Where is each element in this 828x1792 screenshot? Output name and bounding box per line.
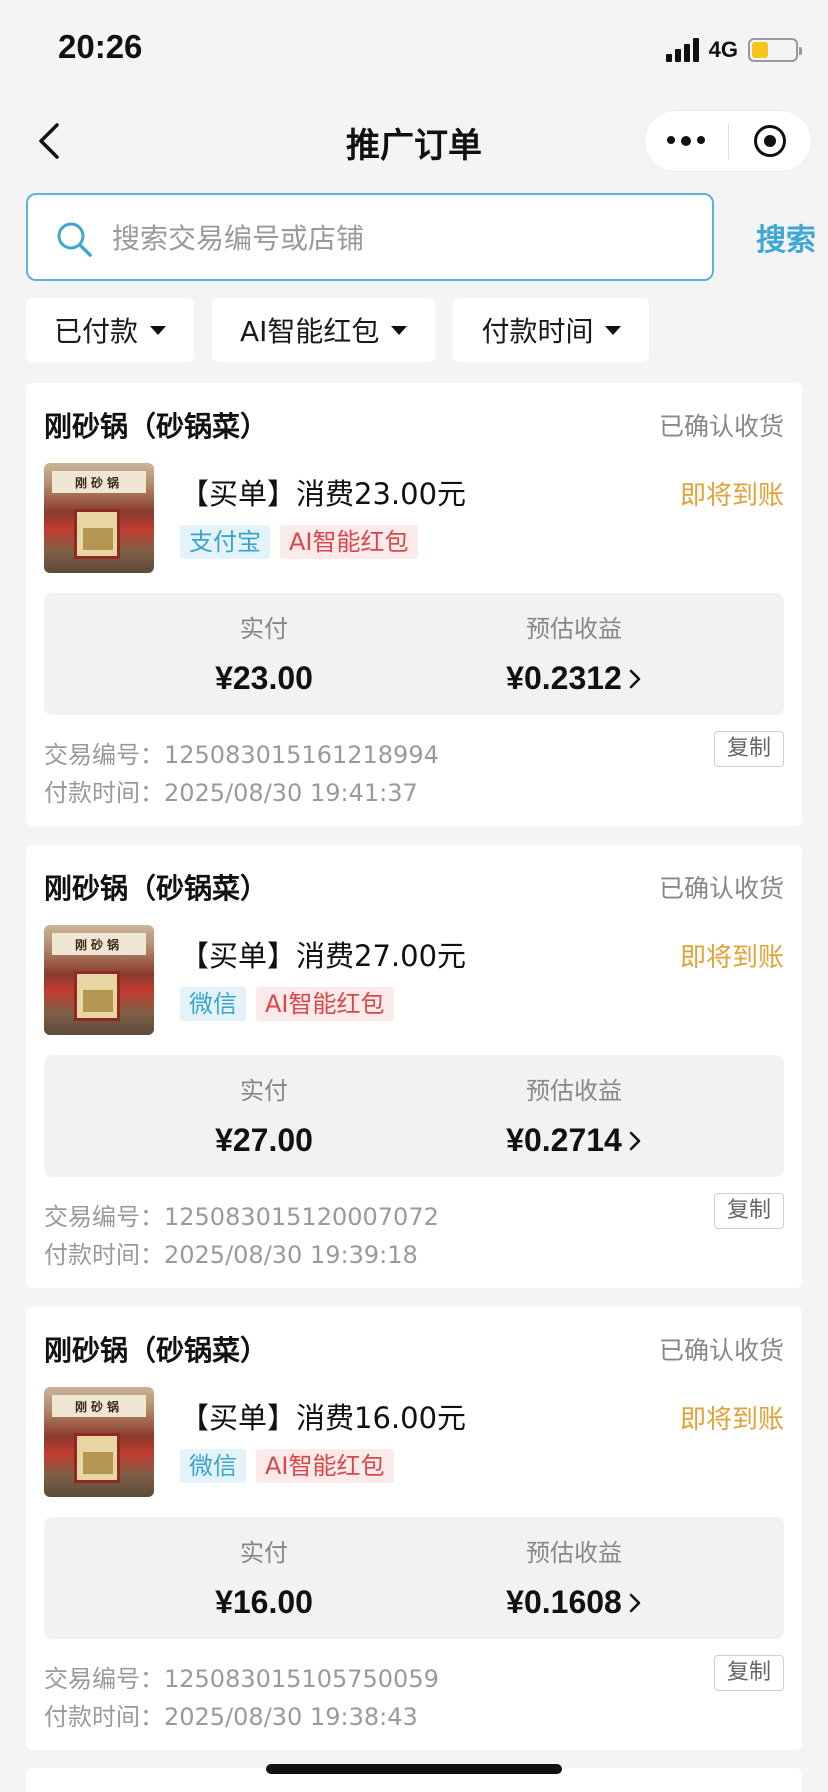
home-indicator[interactable] (266, 1764, 562, 1774)
caret-down-icon (391, 325, 408, 335)
amount-panel: 实付 ¥27.00 预估收益 ¥0.2714 (44, 1055, 784, 1177)
copy-button[interactable]: 复制 (714, 1193, 784, 1229)
target-icon (753, 125, 786, 157)
filter-bar: 已付款 AI智能红包 付款时间 (26, 298, 650, 362)
income-amount[interactable]: ¥0.1608 (506, 1584, 642, 1621)
order-tags: 微信 AI智能红包 (180, 1449, 394, 1483)
close-miniprogram-button[interactable] (729, 111, 812, 171)
income-column[interactable]: 预估收益 ¥0.2312 (424, 609, 724, 697)
income-label: 预估收益 (526, 1539, 622, 1567)
status-time: 20:26 (58, 28, 143, 65)
shop-thumbnail: 刚砂锅 (44, 463, 154, 573)
trade-number: 交易编号：125083015120007072 (44, 1203, 439, 1231)
activity-tag: AI智能红包 (256, 987, 394, 1021)
order-title: 【买单】消费27.00元 (180, 939, 467, 973)
pay-time: 付款时间：2025/08/30 19:39:18 (44, 1241, 418, 1269)
paid-label: 实付 (240, 1539, 288, 1567)
order-title: 【买单】消费16.00元 (180, 1401, 467, 1435)
pay-time: 付款时间：2025/08/30 19:38:43 (44, 1703, 418, 1731)
filter-activity-type[interactable]: AI智能红包 (212, 298, 436, 362)
status-indicators: 4G (665, 36, 802, 64)
search-box[interactable] (26, 193, 714, 281)
more-button[interactable] (645, 111, 728, 171)
search-row: 搜索 (26, 193, 816, 281)
income-column[interactable]: 预估收益 ¥0.2714 (424, 1071, 724, 1159)
order-card[interactable]: 刚砂锅（砂锅菜） 已确认收货 刚砂锅 【买单】消费23.00元 即将到账 支付宝… (26, 383, 802, 826)
activity-tag: AI智能红包 (256, 1449, 394, 1483)
income-amount[interactable]: ¥0.2312 (506, 660, 642, 697)
filter-label: 已付款 (54, 315, 139, 348)
more-dots-icon (667, 136, 706, 146)
order-card[interactable]: 刚砂锅（砂锅菜） 已确认收货 刚砂锅 【买单】消费27.00元 即将到账 微信 … (26, 845, 802, 1288)
chevron-right-icon (629, 1593, 641, 1612)
shop-thumbnail: 刚砂锅 (44, 1387, 154, 1497)
amount-panel: 实付 ¥23.00 预估收益 ¥0.2312 (44, 593, 784, 715)
signal-icon (665, 38, 699, 62)
paid-column: 实付 ¥27.00 (114, 1071, 414, 1159)
paid-column: 实付 ¥23.00 (114, 609, 414, 697)
paid-label: 实付 (240, 1077, 288, 1105)
income-column[interactable]: 预估收益 ¥0.1608 (424, 1533, 724, 1621)
order-status: 已确认收货 (658, 412, 784, 441)
copy-button[interactable]: 复制 (714, 731, 784, 767)
search-button[interactable]: 搜索 (756, 215, 816, 259)
order-tags: 微信 AI智能红包 (180, 987, 394, 1021)
shop-thumbnail: 刚砂锅 (44, 925, 154, 1035)
trade-number: 交易编号：125083015161218994 (44, 741, 439, 769)
income-label: 预估收益 (526, 615, 622, 643)
copy-button[interactable]: 复制 (714, 1655, 784, 1691)
order-status: 已确认收货 (658, 1336, 784, 1365)
filter-pay-time[interactable]: 付款时间 (453, 298, 650, 362)
status-bar: 20:26 4G (0, 0, 828, 100)
network-label: 4G (708, 37, 738, 62)
paid-amount: ¥16.00 (215, 1584, 313, 1620)
trade-number: 交易编号：125083015105750059 (44, 1665, 439, 1693)
arrival-status: 即将到账 (679, 943, 784, 973)
search-icon (57, 222, 92, 257)
shop-name: 刚砂锅（砂锅菜） (44, 410, 269, 443)
filter-label: 付款时间 (481, 315, 594, 348)
battery-level (752, 42, 768, 58)
caret-down-icon (150, 325, 167, 335)
order-status: 已确认收货 (658, 874, 784, 903)
paid-column: 实付 ¥16.00 (114, 1533, 414, 1621)
income-label: 预估收益 (526, 1077, 622, 1105)
chevron-right-icon (629, 669, 641, 688)
paid-amount: ¥27.00 (215, 1122, 313, 1158)
caret-down-icon (605, 325, 622, 335)
search-input[interactable] (112, 213, 692, 263)
filter-label: AI智能红包 (240, 315, 380, 348)
arrival-status: 即将到账 (679, 1405, 784, 1435)
order-title: 【买单】消费23.00元 (180, 477, 467, 511)
amount-panel: 实付 ¥16.00 预估收益 ¥0.1608 (44, 1517, 784, 1639)
pay-method-tag: 微信 (180, 987, 246, 1021)
pay-time: 付款时间：2025/08/30 19:41:37 (44, 779, 418, 807)
pay-method-tag: 支付宝 (180, 525, 270, 559)
battery-icon (748, 38, 802, 62)
shop-name: 刚砂锅（砂锅菜） (44, 872, 269, 905)
order-card[interactable]: 刚砂锅（砂锅菜） 已确认收货 刚砂锅 【买单】消费16.00元 即将到账 微信 … (26, 1307, 802, 1750)
filter-payment-status[interactable]: 已付款 (26, 298, 195, 362)
paid-amount: ¥23.00 (215, 660, 313, 696)
miniprogram-capsule (644, 110, 812, 172)
paid-label: 实付 (240, 615, 288, 643)
activity-tag: AI智能红包 (280, 525, 418, 559)
arrival-status: 即将到账 (679, 481, 784, 511)
nav-bar: 推广订单 (0, 100, 828, 182)
shop-name: 刚砂锅（砂锅菜） (44, 1334, 269, 1367)
income-amount[interactable]: ¥0.2714 (506, 1122, 642, 1159)
pay-method-tag: 微信 (180, 1449, 246, 1483)
chevron-right-icon (629, 1131, 641, 1150)
order-tags: 支付宝 AI智能红包 (180, 525, 418, 559)
